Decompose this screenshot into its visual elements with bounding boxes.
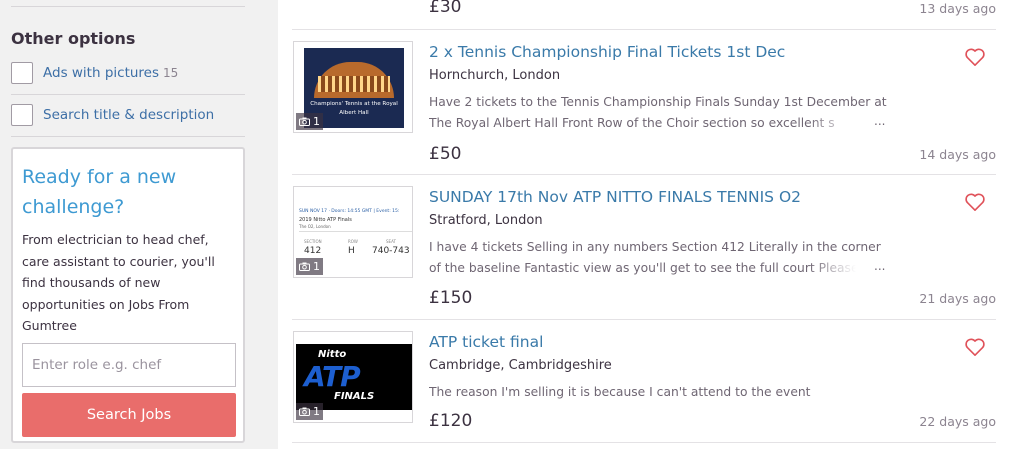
- photo-count-badge: 1: [296, 258, 323, 275]
- ticket-row: H: [348, 246, 355, 256]
- camera-icon: [299, 407, 310, 416]
- description-ellipsis: ...: [874, 259, 886, 273]
- listing-price: £120: [429, 411, 473, 431]
- listing-age: 14 days ago: [919, 147, 996, 162]
- listing-title[interactable]: 2 x Tennis Championship Final Tickets 1s…: [429, 43, 785, 61]
- listing-price: £30: [429, 0, 462, 17]
- listing-age: 21 days ago: [919, 291, 996, 306]
- atp-finals-logo-image: Nitto ATP FINALS: [296, 344, 412, 410]
- camera-icon: [299, 262, 310, 271]
- promo-title: Ready for a new challenge?: [22, 166, 177, 218]
- listing-price: £50: [429, 144, 462, 164]
- listing-title[interactable]: ATP ticket final: [429, 333, 543, 351]
- listing-age: 22 days ago: [919, 414, 996, 429]
- ads-with-pictures-label[interactable]: Ads with pictures: [43, 65, 159, 81]
- listing-description: The reason I'm selling it is because I c…: [429, 385, 811, 399]
- logo-finals: FINALS: [334, 391, 375, 402]
- listing-thumbnail[interactable]: Nitto ATP FINALS 1: [293, 331, 413, 423]
- listing-location: Stratford, London: [429, 213, 543, 228]
- search-jobs-button[interactable]: Search Jobs: [22, 393, 236, 437]
- listing-age: 13 days ago: [919, 1, 996, 16]
- promo-body: From electrician to head chef, care assi…: [22, 232, 215, 333]
- ticket-section-label: SECTION: [304, 239, 322, 244]
- listing-location: Cambridge, Cambridgeshire: [429, 358, 612, 373]
- ads-with-pictures-option[interactable]: Ads with pictures 15: [11, 51, 245, 95]
- heart-outline-icon[interactable]: [964, 192, 986, 212]
- listing-thumbnail[interactable]: Champions' Tennis at the Royal Albert Ha…: [293, 41, 413, 133]
- ticket-venue: The O2, London: [299, 224, 331, 229]
- search-title-description-option[interactable]: Search title & description: [11, 93, 245, 137]
- photo-count-badge: 1: [296, 403, 323, 420]
- listings-panel: £30 13 days ago Champions' Tennis at the…: [278, 0, 1011, 449]
- heart-outline-icon[interactable]: [964, 47, 986, 67]
- ads-with-pictures-count: 15: [163, 65, 179, 80]
- search-title-description-checkbox[interactable]: [11, 103, 33, 126]
- filter-sidebar: Other options Ads with pictures 15 Searc…: [0, 0, 278, 449]
- listing-title[interactable]: SUNDAY 17th Nov ATP NITTO FINALS TENNIS …: [429, 188, 801, 206]
- logo-brand: Nitto: [318, 349, 347, 360]
- heart-outline-icon[interactable]: [964, 337, 986, 357]
- listing-location: Hornchurch, London: [429, 68, 561, 83]
- other-options-heading: Other options: [11, 29, 136, 48]
- listing-item[interactable]: SUN NOV 17 · Doors: 14:55 GMT | Event: 1…: [278, 175, 1011, 320]
- description-ellipsis: ...: [874, 114, 886, 128]
- ticket-seat: 740-743: [372, 246, 410, 256]
- divider: [11, 6, 245, 7]
- listing-price: £150: [429, 288, 473, 308]
- photo-count-badge: 1: [296, 113, 323, 130]
- ticket-seat-label: SEAT: [386, 239, 396, 244]
- photo-count: 1: [313, 115, 320, 128]
- camera-icon: [299, 117, 310, 126]
- listing-thumbnail[interactable]: SUN NOV 17 · Doors: 14:55 GMT | Event: 1…: [293, 186, 413, 278]
- ticket-date: SUN NOV 17 · Doors: 14:55 GMT | Event: 1…: [299, 209, 400, 214]
- logo-atp: ATP: [304, 360, 361, 393]
- listing-item[interactable]: Champions' Tennis at the Royal Albert Ha…: [278, 30, 1011, 175]
- job-role-input[interactable]: [22, 343, 236, 387]
- photo-count: 1: [313, 405, 320, 418]
- search-title-description-label[interactable]: Search title & description: [43, 107, 214, 123]
- photo-count: 1: [313, 260, 320, 273]
- listing-item[interactable]: Nitto ATP FINALS 1 ATP ticket final Camb…: [278, 320, 1011, 449]
- ticket-event: 2019 Nitto ATP Finals: [299, 217, 352, 223]
- ticket-row-label: ROW: [348, 239, 358, 244]
- ads-with-pictures-checkbox[interactable]: [11, 61, 33, 84]
- divider: [292, 442, 996, 443]
- ticket-section: 412: [304, 246, 322, 256]
- jobs-promo-card: Ready for a new challenge? From electric…: [11, 147, 245, 443]
